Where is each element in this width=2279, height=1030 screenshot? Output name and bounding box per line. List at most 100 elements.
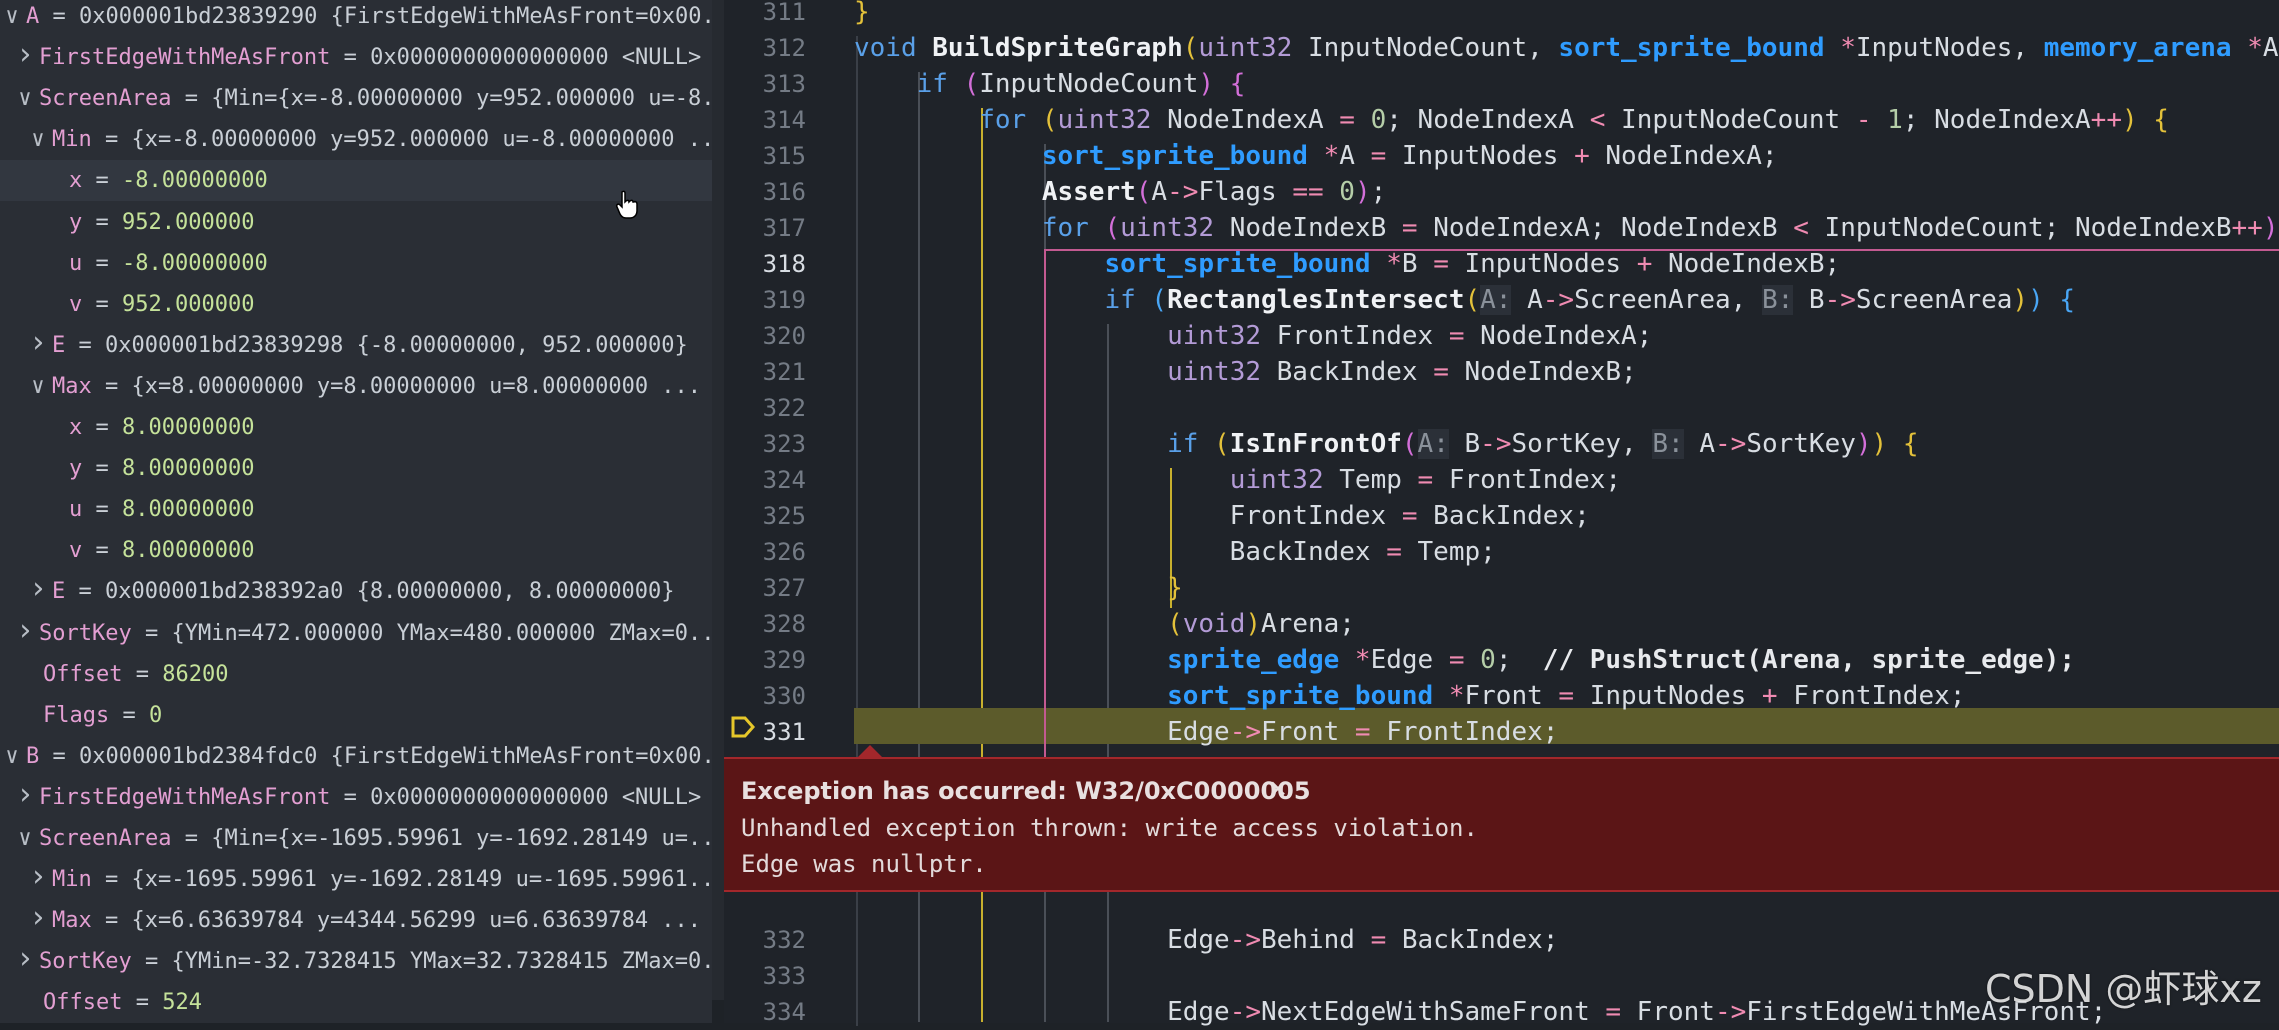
line-number[interactable]: 316 (724, 174, 806, 210)
variable-row[interactable]: u = 8.00000000 (0, 489, 712, 530)
variable-row[interactable]: Offset = 86200 (0, 654, 712, 695)
variable-row[interactable]: y = 8.00000000 (0, 448, 712, 489)
chevron-down-icon[interactable]: ∨ (15, 818, 35, 859)
variable-name: FirstEdgeWithMeAsFront (39, 784, 331, 810)
line-number[interactable]: 333 (724, 958, 806, 994)
equals-sign: = (82, 538, 122, 564)
variable-value: 0x000001bd23839290 {FirstEdgeWithMeAsFro… (79, 4, 712, 29)
chevron-right-icon[interactable]: › (28, 325, 48, 363)
variable-row[interactable]: › SortKey = {YMin=-32.7328415 YMax=32.732… (0, 941, 712, 982)
equals-sign: = (330, 45, 371, 71)
line-number[interactable]: 318 (724, 246, 806, 282)
variable-row[interactable]: y = 952.000000 (0, 202, 712, 243)
line-number[interactable]: 311 (724, 0, 806, 30)
line-number[interactable]: 314 (724, 102, 806, 138)
variable-row[interactable]: ∨ Max = {x=8.00000000 y=8.00000000 u=8.00… (0, 366, 712, 407)
chevron-down-icon[interactable]: ∨ (15, 78, 35, 119)
variable-row[interactable]: u = -8.00000000 (0, 243, 712, 284)
scope-highlight-frame (1044, 249, 2279, 763)
variable-row[interactable]: v = 8.00000000 (0, 530, 712, 571)
equals-sign: = (82, 209, 122, 235)
variable-row[interactable]: › E = 0x000001bd23839298 {-8.00000000, 95… (0, 325, 712, 366)
variable-value: 0x0000000000000000 <NULL> (370, 45, 702, 71)
equals-sign: = (330, 784, 371, 810)
variable-value: {YMin=472.000000 YMax=480.000000 ZMax=0.… (171, 620, 712, 646)
chevron-right-icon[interactable]: › (28, 900, 48, 938)
variable-name: Min (52, 127, 92, 153)
variable-row[interactable]: › SortKey = {YMin=472.000000 YMax=480.000… (0, 613, 712, 654)
line-number[interactable]: 321 (724, 354, 806, 390)
line-number[interactable]: 334 (724, 994, 806, 1030)
equals-sign: = (171, 86, 212, 112)
chevron-right-icon[interactable]: › (15, 613, 35, 651)
equals-sign: = (122, 661, 163, 687)
variable-row[interactable]: ∨ Min = {x=-8.00000000 y=952.000000 u=-8.… (0, 119, 712, 160)
variable-row[interactable]: › FirstEdgeWithMeAsFront = 0x000000000000… (0, 777, 712, 818)
variable-row[interactable]: › Min = {x=-1695.59961 y=-1692.28149 u=-1… (0, 859, 712, 900)
line-number[interactable]: 332 (724, 922, 806, 958)
line-number[interactable]: 312 (724, 30, 806, 66)
variable-name: FirstEdgeWithMeAsFront (39, 45, 331, 71)
variable-value: 0 (148, 702, 163, 728)
code-line-314[interactable]: for (uint32 NodeIndexA = 0; NodeIndexA <… (854, 102, 2279, 138)
line-number[interactable]: 319 (724, 282, 806, 318)
variable-name: u (69, 497, 83, 523)
line-number[interactable]: 329 (724, 642, 806, 678)
line-number[interactable]: 325 (724, 498, 806, 534)
chevron-down-icon[interactable]: ∨ (28, 119, 48, 160)
variable-name: x (69, 168, 83, 194)
variable-value: {YMin=-32.7328415 YMax=32.7328415 ZMax=0… (171, 949, 712, 975)
line-number[interactable]: 317 (724, 210, 806, 246)
variable-value: 952.000000 (122, 291, 255, 317)
variable-value: 0x000001bd2384fdc0 {FirstEdgeWithMeAsFro… (79, 743, 712, 769)
variable-row[interactable]: ∨ B = 0x000001bd2384fdc0 {FirstEdgeWithMe… (0, 736, 712, 777)
code-line-312[interactable]: void BuildSpriteGraph(uint32 InputNodeCo… (854, 30, 2279, 66)
variable-name: E (52, 332, 66, 358)
line-number[interactable]: 327 (724, 570, 806, 606)
close-icon[interactable]: × (1269, 771, 1287, 806)
chevron-down-icon[interactable]: ∨ (2, 0, 22, 37)
variable-row[interactable]: Flags = 0 (0, 695, 712, 736)
line-number[interactable]: 330 (724, 678, 806, 714)
line-number[interactable]: 324 (724, 462, 806, 498)
equals-sign: = (39, 4, 79, 29)
chevron-right-icon[interactable]: › (15, 777, 35, 815)
variable-row[interactable]: ∨ A = 0x000001bd23839290 {FirstEdgeWithMe… (0, 0, 712, 37)
code-line-311[interactable]: } (854, 0, 2279, 30)
code-line-316[interactable]: Assert(A->Flags == 0); (854, 174, 2279, 210)
chevron-right-icon[interactable]: › (15, 37, 35, 75)
variable-row[interactable]: x = 8.00000000 (0, 407, 712, 448)
chevron-down-icon[interactable]: ∨ (28, 366, 48, 407)
variable-row[interactable]: ∨ ScreenArea = {Min={x=-8.00000000 y=952.… (0, 78, 712, 119)
chevron-down-icon[interactable]: ∨ (2, 736, 22, 777)
chevron-right-icon[interactable]: › (15, 941, 35, 979)
variable-row[interactable]: › FirstEdgeWithMeAsFront = 0x000000000000… (0, 37, 712, 78)
chevron-right-icon[interactable]: › (28, 859, 48, 897)
line-number[interactable]: 322 (724, 390, 806, 426)
variables-scrollbar[interactable] (712, 0, 724, 1000)
breakpoint-arrow-icon[interactable] (730, 715, 756, 739)
variable-row[interactable]: Offset = 524 (0, 982, 712, 1023)
equals-sign: = (109, 702, 149, 728)
code-line-315[interactable]: sort_sprite_bound *A = InputNodes + Node… (854, 138, 2279, 174)
variable-name: u (69, 250, 83, 276)
chevron-right-icon[interactable]: › (28, 571, 48, 609)
code-line-317[interactable]: for (uint32 NodeIndexB = NodeIndexA; Nod… (854, 210, 2279, 246)
variable-row[interactable]: ∨ ScreenArea = {Min={x=-1695.59961 y=-169… (0, 818, 712, 859)
line-number[interactable]: 326 (724, 534, 806, 570)
code-line-313[interactable]: if (InputNodeCount) { (854, 66, 2279, 102)
equals-sign: = (65, 579, 105, 605)
line-number[interactable]: 313 (724, 66, 806, 102)
variable-value: 524 (162, 990, 202, 1016)
variable-row[interactable]: x = -8.00000000 (0, 160, 712, 202)
variable-row[interactable]: v = 952.000000 (0, 284, 712, 325)
variable-row[interactable]: › Max = {x=6.63639784 y=4344.56299 u=6.63… (0, 900, 712, 941)
line-number[interactable]: 315 (724, 138, 806, 174)
watermark: CSDN @虾球xz (1985, 967, 2262, 1011)
variable-row[interactable]: › E = 0x000001bd238392a0 {8.00000000, 8.0… (0, 571, 712, 612)
variable-value: 0x0000000000000000 <NULL> (370, 784, 702, 810)
line-number[interactable]: 323 (724, 426, 806, 462)
code-line-332[interactable]: Edge->Behind = BackIndex; (854, 922, 2279, 958)
line-number[interactable]: 328 (724, 606, 806, 642)
line-number[interactable]: 320 (724, 318, 806, 354)
